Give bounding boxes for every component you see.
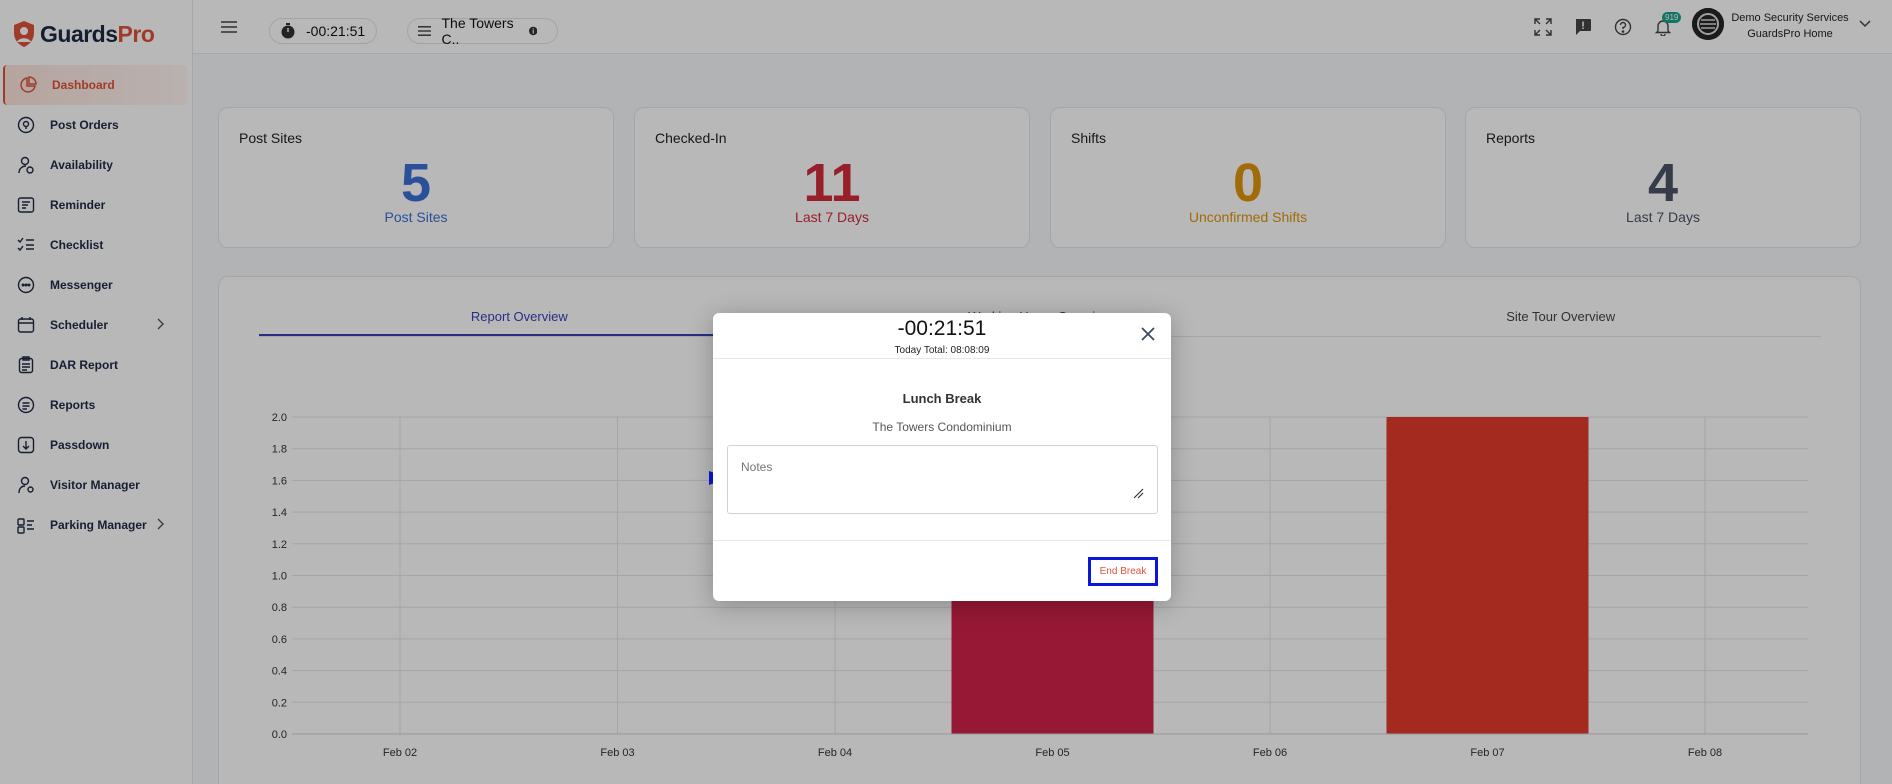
modal-today-total: Today Total: 08:08:09: [894, 345, 990, 356]
modal-site-name: The Towers Condominium: [872, 420, 1012, 434]
resize-handle-icon[interactable]: [1132, 487, 1144, 499]
modal-title: Lunch Break: [902, 391, 982, 406]
modal-timer: -00:21:51: [897, 317, 987, 340]
modal-divider: [713, 358, 1171, 359]
end-break-button[interactable]: End Break: [1088, 557, 1158, 586]
close-icon[interactable]: [1139, 325, 1157, 343]
break-modal: -00:21:51 Today Total: 08:08:09 Lunch Br…: [713, 313, 1171, 601]
modal-divider: [713, 540, 1171, 541]
notes-textarea[interactable]: [727, 445, 1158, 514]
